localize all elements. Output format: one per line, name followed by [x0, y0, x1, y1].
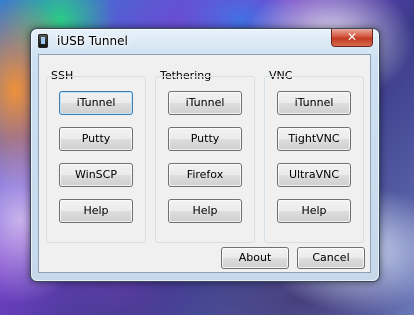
ssh-itunnel-button[interactable]: iTunnel [59, 91, 133, 115]
title-bar[interactable]: iUSB Tunnel ✕ [31, 29, 379, 53]
tethering-itunnel-button[interactable]: iTunnel [168, 91, 242, 115]
ssh-help-button[interactable]: Help [59, 199, 133, 223]
tethering-putty-button[interactable]: Putty [168, 127, 242, 151]
vnc-tightvnc-button[interactable]: TightVNC [277, 127, 351, 151]
window-title: iUSB Tunnel [57, 34, 128, 48]
iusb-tunnel-window: iUSB Tunnel ✕ SSH iTunnel Putty WinSCP H… [30, 28, 380, 282]
vnc-help-button[interactable]: Help [277, 199, 351, 223]
group-tethering: iTunnel Putty Firefox Help [155, 76, 255, 243]
vnc-itunnel-button[interactable]: iTunnel [277, 91, 351, 115]
vnc-ultravnc-button[interactable]: UltraVNC [277, 163, 351, 187]
about-button[interactable]: About [221, 247, 289, 269]
ssh-putty-button[interactable]: Putty [59, 127, 133, 151]
tethering-firefox-button[interactable]: Firefox [168, 163, 242, 187]
cancel-button[interactable]: Cancel [297, 247, 365, 269]
close-button[interactable]: ✕ [331, 29, 373, 47]
ssh-winscp-button[interactable]: WinSCP [59, 163, 133, 187]
group-ssh: iTunnel Putty WinSCP Help [46, 76, 146, 243]
group-vnc: iTunnel TightVNC UltraVNC Help [264, 76, 364, 243]
phone-icon [38, 34, 48, 48]
tethering-help-button[interactable]: Help [168, 199, 242, 223]
dialog-client-area: SSH iTunnel Putty WinSCP Help Tethering … [38, 54, 371, 273]
